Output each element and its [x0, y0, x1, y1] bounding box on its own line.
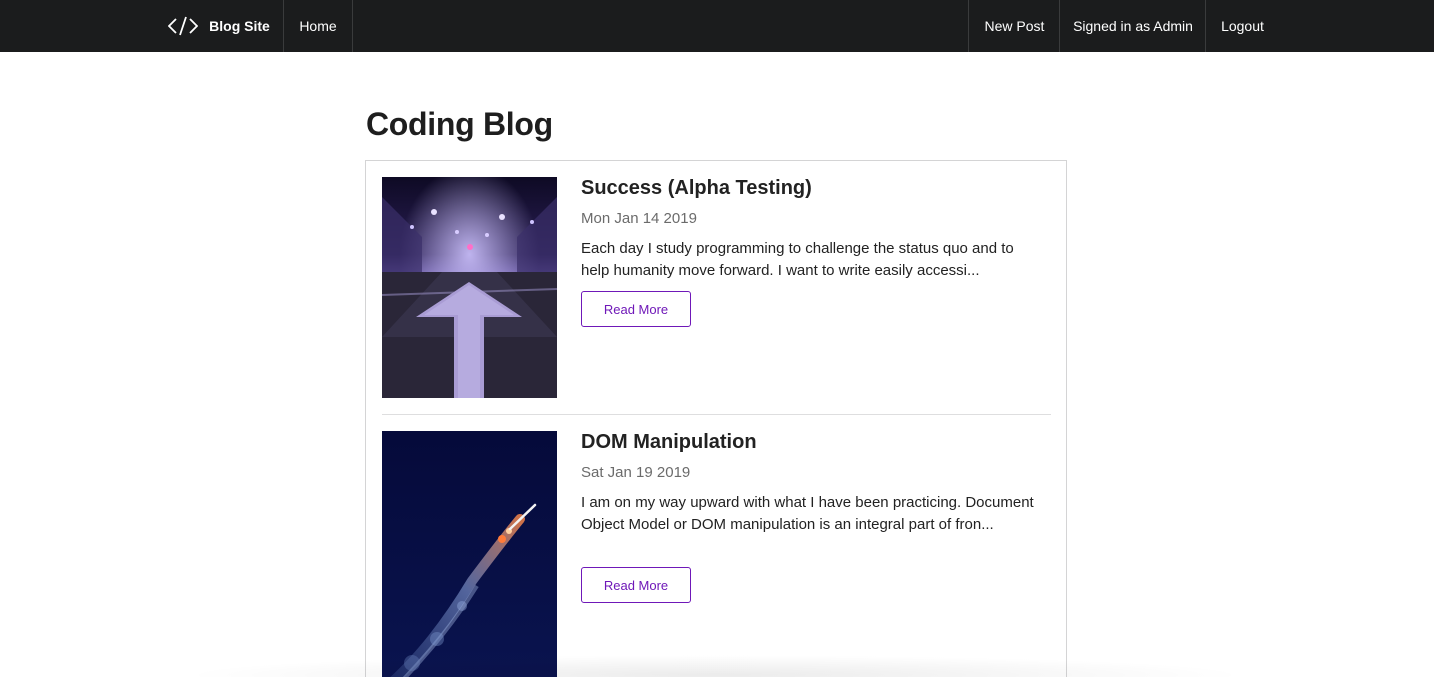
- post-item: Success (Alpha Testing) Mon Jan 14 2019 …: [382, 177, 1051, 415]
- nav-new-post-link[interactable]: New Post: [968, 0, 1060, 52]
- post-date: Sat Jan 19 2019: [581, 464, 691, 481]
- post-title[interactable]: DOM Manipulation: [581, 431, 757, 454]
- post-excerpt: Each day I study programming to challeng…: [581, 240, 1014, 279]
- post-item: DOM Manipulation Sat Jan 19 2019 I am on…: [382, 431, 1051, 677]
- post-title[interactable]: Success (Alpha Testing): [581, 177, 812, 200]
- post-thumbnail[interactable]: [382, 431, 557, 677]
- road-arrow-photo: [382, 177, 557, 398]
- top-navbar: Blog Site Home New Post Signed in as Adm…: [0, 0, 1434, 52]
- post-list: Success (Alpha Testing) Mon Jan 14 2019 …: [365, 160, 1067, 677]
- nav-signed-in-label[interactable]: Signed in as Admin: [1059, 0, 1206, 52]
- page-title: Coding Blog: [366, 106, 553, 142]
- nav-logout-link[interactable]: Logout: [1205, 0, 1279, 52]
- brand-link[interactable]: Blog Site: [155, 0, 284, 52]
- read-more-button[interactable]: Read More: [581, 567, 691, 603]
- nav-home-link[interactable]: Home: [284, 0, 353, 52]
- code-icon: [168, 16, 199, 36]
- read-more-button[interactable]: Read More: [581, 291, 691, 327]
- post-date: Mon Jan 14 2019: [581, 210, 697, 227]
- post-excerpt: I am on my way upward with what I have b…: [581, 494, 1034, 533]
- post-thumbnail[interactable]: [382, 177, 557, 398]
- rocket-photo: [382, 431, 557, 677]
- brand-label: Blog Site: [209, 18, 270, 34]
